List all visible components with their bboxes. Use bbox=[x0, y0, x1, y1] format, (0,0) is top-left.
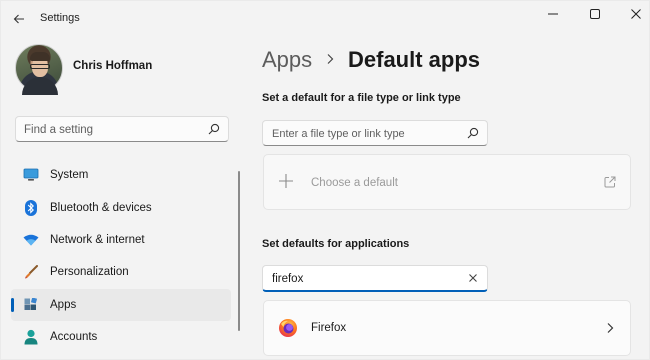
sidebar-nav: System Bluetooth & devices Network & int… bbox=[11, 159, 231, 353]
settings-window: Settings Chris Hoffman Find a setting Sy… bbox=[1, 1, 649, 359]
system-monitor-icon bbox=[23, 167, 39, 183]
firefox-icon bbox=[279, 319, 297, 337]
clear-x-icon[interactable] bbox=[467, 272, 479, 284]
maximize-button[interactable] bbox=[573, 3, 617, 25]
maximize-icon bbox=[590, 9, 600, 19]
avatar-glasses bbox=[30, 64, 50, 69]
avatar[interactable] bbox=[15, 44, 63, 95]
apps-filter-box[interactable] bbox=[262, 265, 488, 292]
sidebar-item-system[interactable]: System bbox=[11, 159, 231, 191]
choose-default-label: Choose a default bbox=[311, 177, 398, 189]
open-external-icon bbox=[604, 176, 616, 188]
sidebar-item-label: Accounts bbox=[50, 331, 98, 344]
apps-section-label: Set defaults for applications bbox=[262, 238, 410, 250]
sidebar-item-personalization[interactable]: Personalization bbox=[11, 256, 231, 288]
file-type-section-label: Set a default for a file type or link ty… bbox=[262, 92, 461, 104]
sidebar-item-accounts[interactable]: Accounts bbox=[11, 321, 231, 353]
close-icon bbox=[631, 9, 641, 19]
user-name: Chris Hoffman bbox=[73, 60, 153, 72]
sidebar-scrollbar[interactable] bbox=[238, 171, 240, 331]
apps-filter-input[interactable] bbox=[272, 271, 462, 287]
sidebar-item-label: Bluetooth & devices bbox=[50, 201, 152, 214]
app-result-firefox[interactable]: Firefox bbox=[263, 300, 631, 356]
search-icon[interactable] bbox=[467, 127, 479, 139]
chevron-right-icon bbox=[327, 54, 334, 64]
file-type-search-box[interactable] bbox=[262, 120, 488, 146]
sidebar-item-apps[interactable]: Apps bbox=[11, 288, 231, 321]
chevron-right-icon bbox=[607, 323, 614, 333]
choose-default-card: Choose a default bbox=[263, 154, 631, 210]
close-button[interactable] bbox=[614, 3, 649, 25]
plus-icon bbox=[279, 174, 293, 188]
wifi-icon bbox=[23, 232, 39, 248]
back-button[interactable] bbox=[9, 9, 29, 29]
sidebar-item-bluetooth[interactable]: Bluetooth & devices bbox=[11, 191, 231, 223]
sidebar-search-box[interactable] bbox=[15, 116, 229, 142]
active-indicator bbox=[11, 297, 14, 312]
sidebar-item-label: Personalization bbox=[50, 266, 129, 279]
person-icon bbox=[23, 329, 39, 345]
back-arrow-icon bbox=[13, 14, 24, 24]
title-bar: Settings bbox=[1, 1, 649, 35]
apps-icon bbox=[23, 297, 39, 313]
file-type-input[interactable] bbox=[272, 126, 462, 142]
avatar-body bbox=[22, 77, 58, 95]
sidebar-item-network[interactable]: Network & internet bbox=[11, 224, 231, 256]
sidebar-item-label: Network & internet bbox=[50, 233, 145, 246]
sidebar-item-label: Apps bbox=[50, 298, 77, 311]
paintbrush-icon bbox=[23, 264, 39, 280]
page-title: Default apps bbox=[348, 47, 481, 72]
sidebar-item-label: System bbox=[50, 169, 89, 182]
avatar-hair bbox=[30, 52, 50, 61]
app-title: Settings bbox=[40, 12, 80, 24]
app-name: Firefox bbox=[311, 322, 347, 334]
breadcrumb-parent[interactable]: Apps bbox=[262, 47, 312, 73]
find-setting-input[interactable] bbox=[24, 122, 204, 138]
bluetooth-icon bbox=[23, 199, 39, 216]
minimize-button[interactable] bbox=[531, 3, 575, 25]
minimize-icon bbox=[548, 13, 558, 15]
search-icon[interactable] bbox=[208, 123, 220, 135]
